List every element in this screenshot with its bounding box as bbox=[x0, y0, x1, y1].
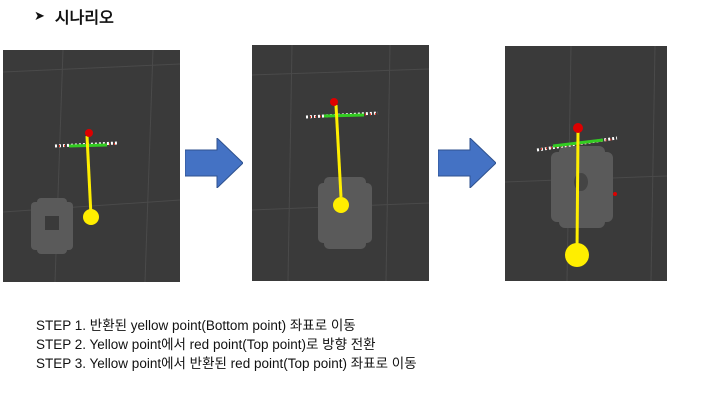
step-1-text: STEP 1. 반환된 yellow point(Bottom point) 좌… bbox=[36, 318, 356, 333]
ground-grid bbox=[3, 50, 180, 282]
yellow-point bbox=[333, 197, 349, 213]
yellow-point bbox=[83, 209, 99, 225]
red-point bbox=[85, 129, 93, 137]
step-2-text: STEP 2. Yellow point에서 red point(Top poi… bbox=[36, 337, 376, 352]
direction-line bbox=[575, 131, 580, 253]
arrowhead-bullet-icon: ➤ bbox=[34, 8, 45, 24]
section-title: ➤ 시나리오 bbox=[34, 4, 114, 28]
right-arrow-icon bbox=[438, 138, 496, 188]
step3-view bbox=[505, 46, 667, 281]
step-list: STEP 1. 반환된 yellow point(Bottom point) 좌… bbox=[36, 316, 417, 373]
red-point bbox=[573, 123, 583, 133]
direction-line bbox=[85, 135, 93, 217]
section-title-text: 시나리오 bbox=[54, 8, 114, 27]
robot-body bbox=[318, 177, 372, 249]
step2-view bbox=[252, 45, 429, 281]
right-arrow-icon bbox=[185, 138, 243, 188]
red-point bbox=[330, 98, 338, 106]
point-cloud-line bbox=[305, 111, 379, 119]
step1-view bbox=[3, 50, 180, 282]
step1-scene bbox=[3, 50, 180, 282]
step3-scene bbox=[505, 46, 667, 281]
step2-scene bbox=[252, 45, 429, 281]
red-marker bbox=[613, 192, 617, 196]
yellow-point bbox=[565, 243, 589, 267]
step-3-text: STEP 3. Yellow point에서 반환된 red point(Top… bbox=[36, 356, 417, 371]
robot-center bbox=[45, 216, 59, 230]
